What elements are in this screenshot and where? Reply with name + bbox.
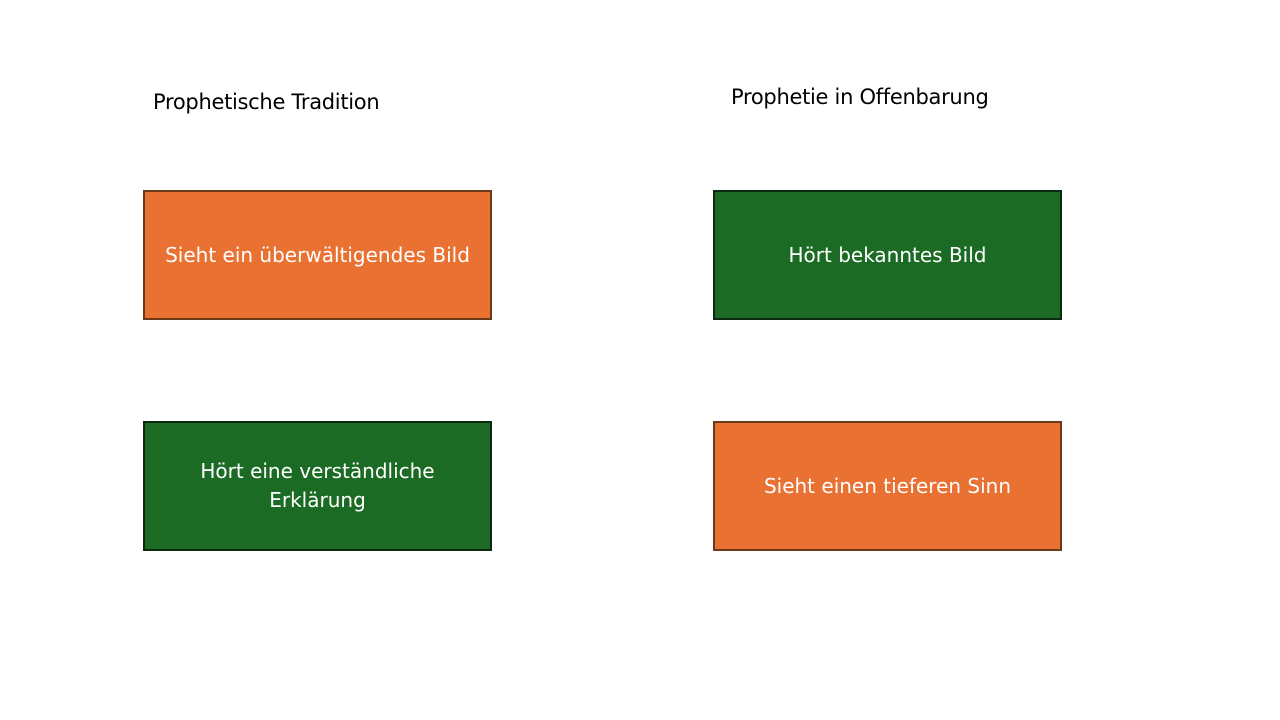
left-top-box: Sieht ein überwältigendes Bild	[143, 190, 492, 320]
left-top-box-label: Sieht ein überwältigendes Bild	[165, 242, 470, 267]
right-top-box-label: Hört bekanntes Bild	[788, 242, 987, 267]
right-column-heading: Prophetie in Offenbarung	[731, 85, 989, 109]
right-bottom-box-label: Sieht einen tieferen Sinn	[763, 473, 1012, 498]
right-top-box: Hört bekanntes Bild	[713, 190, 1062, 320]
slide: Prophetische Tradition Prophetie in Offe…	[0, 0, 1280, 720]
left-bottom-box: Hört eine verständliche Erklärung	[143, 421, 492, 551]
left-bottom-box-label: Hört eine verständliche Erklärung	[200, 459, 435, 512]
left-column-heading: Prophetische Tradition	[153, 90, 380, 114]
right-bottom-box: Sieht einen tieferen Sinn	[713, 421, 1062, 551]
